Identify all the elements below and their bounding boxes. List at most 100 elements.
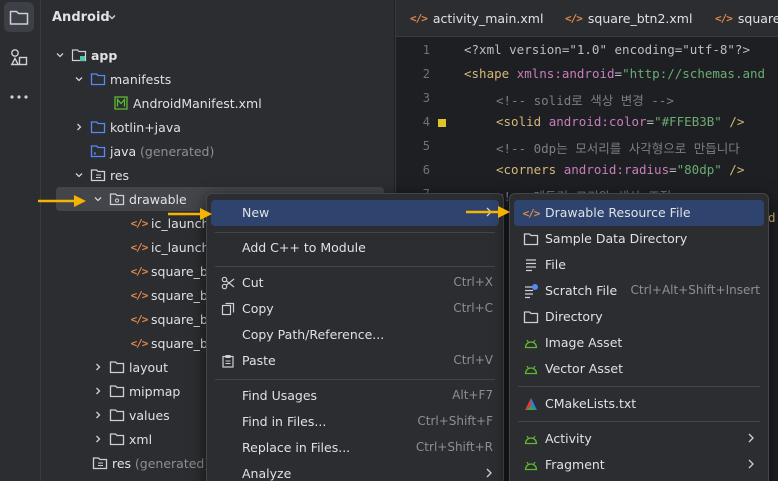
color-swatch-marker[interactable] xyxy=(438,119,446,127)
submenu-item-cmakelists[interactable]: CMakeLists.txt xyxy=(514,391,764,417)
code-token: <solid xyxy=(496,114,549,129)
code-token: android:radius xyxy=(563,162,670,177)
menu-item-shortcut: Ctrl+C xyxy=(453,301,493,315)
folder-icon xyxy=(109,191,125,207)
chevron-down-icon[interactable] xyxy=(72,67,86,91)
menu-item-find-in-files[interactable]: Find in Files... Ctrl+Shift+F xyxy=(211,409,499,435)
tree-item-res[interactable]: res xyxy=(41,163,394,187)
tree-item-suffix: (generated) xyxy=(140,143,215,159)
menu-separator xyxy=(215,379,495,380)
code-comment: <!-- 0dp는 모서리를 사각형으로 만듭니다 xyxy=(496,141,740,156)
line-number: 5 xyxy=(422,139,430,153)
menu-item-label: Scratch File xyxy=(545,283,618,298)
code-line-3[interactable]: <!-- solid로 색상 변경 --> xyxy=(496,90,674,109)
menu-item-new[interactable]: New xyxy=(211,200,499,226)
submenu-item-sample-data-directory[interactable]: Sample Data Directory xyxy=(514,226,764,252)
submenu-item-activity[interactable]: Activity xyxy=(514,426,764,452)
xml-file-icon: </> xyxy=(130,288,149,302)
menu-item-paste[interactable]: Paste Ctrl+V xyxy=(211,348,499,374)
submenu-item-vector-asset[interactable]: Vector Asset xyxy=(514,356,764,382)
submenu-item-image-asset[interactable]: Image Asset xyxy=(514,330,764,356)
menu-item-label: New xyxy=(242,205,270,220)
copy-icon xyxy=(220,301,236,317)
menu-item-label: Drawable Resource File xyxy=(545,205,691,220)
folder-icon xyxy=(523,231,539,247)
code-line-8[interactable]: d xyxy=(768,210,776,225)
menu-item-shortcut: Ctrl+Alt+Shift+Insert xyxy=(630,283,760,297)
submenu-item-fragment[interactable]: Fragment xyxy=(514,452,764,478)
code-token: = xyxy=(669,162,677,177)
menu-item-cut[interactable]: Cut Ctrl+X xyxy=(211,270,499,296)
tree-item-app[interactable]: app xyxy=(41,43,394,67)
tab-square[interactable]: </> square_ xyxy=(715,0,778,36)
file-icon xyxy=(523,257,539,273)
submenu-item-drawable-resource-file[interactable]: </> Drawable Resource File xyxy=(514,200,764,226)
annotation-arrow-icon xyxy=(168,208,212,220)
tree-item-label: mipmap xyxy=(129,383,181,399)
menu-separator xyxy=(215,266,495,267)
submenu-item-directory[interactable]: Directory xyxy=(514,304,764,330)
code-line-1[interactable]: <?xml version="1.0" encoding="utf-8"?> xyxy=(464,42,750,57)
paste-icon xyxy=(220,353,236,369)
code-line-2[interactable]: <shape xmlns:android="http://schemas.and xyxy=(464,66,765,81)
tree-item-label: res xyxy=(112,455,132,471)
menu-item-analyze[interactable]: Analyze xyxy=(211,461,499,481)
code-line-6[interactable]: <corners android:radius="80dp" /> xyxy=(496,162,744,177)
xml-file-icon: </> xyxy=(715,11,733,25)
menu-separator xyxy=(518,386,760,387)
chevron-down-icon[interactable] xyxy=(72,163,86,187)
menu-item-copy[interactable]: Copy Ctrl+C xyxy=(211,296,499,322)
line-number: 1 xyxy=(422,43,430,57)
tree-item-label: xml xyxy=(129,431,153,447)
code-token: android:color xyxy=(548,114,647,129)
menu-item-shortcut: Ctrl+Shift+R xyxy=(415,440,493,454)
xml-file-icon: </> xyxy=(130,312,149,326)
menu-item-label: CMakeLists.txt xyxy=(545,396,637,411)
project-tool-button[interactable] xyxy=(4,2,34,32)
structure-tool-button[interactable] xyxy=(4,42,34,72)
tab-square-btn2[interactable]: </> square_btn2.xml xyxy=(565,0,692,36)
tree-item-androidmanifest[interactable]: AndroidManifest.xml xyxy=(41,91,394,115)
tree-item-label: manifests xyxy=(110,71,172,87)
menu-item-find-usages[interactable]: Find Usages Alt+F7 xyxy=(211,383,499,409)
menu-item-add-cpp[interactable]: Add C++ to Module xyxy=(211,235,499,261)
annotation-arrow-icon xyxy=(466,206,510,218)
tab-activity-main[interactable]: </> activity_main.xml xyxy=(410,0,543,36)
tree-item-label: java xyxy=(110,143,137,159)
menu-separator xyxy=(215,232,495,233)
menu-item-label: Directory xyxy=(545,309,603,324)
submenu-item-scratch-file[interactable]: Scratch File Ctrl+Alt+Shift+Insert xyxy=(514,278,764,304)
tree-item-label: drawable xyxy=(129,191,187,207)
tree-item-kotlin-java[interactable]: kotlin+java xyxy=(41,115,394,139)
android-icon xyxy=(523,335,539,351)
code-line-5[interactable]: <!-- 0dp는 모서리를 사각형으로 만듭니다 xyxy=(496,138,740,157)
menu-item-label: File xyxy=(545,257,566,272)
xml-file-icon: </> xyxy=(410,11,428,25)
chevron-right-icon[interactable] xyxy=(91,355,105,379)
more-tools-button[interactable] xyxy=(4,82,34,112)
menu-item-replace-in-files[interactable]: Replace in Files... Ctrl+Shift+R xyxy=(211,435,499,461)
menu-item-label: Image Asset xyxy=(545,335,623,350)
new-submenu: </> Drawable Resource File Sample Data D… xyxy=(509,193,769,481)
code-line-4[interactable]: <solid android:color="#FFEB3B" /> xyxy=(496,114,744,129)
xml-file-icon: </> xyxy=(522,206,541,220)
chevron-down-icon[interactable] xyxy=(107,12,117,22)
chevron-right-icon[interactable] xyxy=(91,379,105,403)
chevron-right-icon xyxy=(748,433,754,443)
chevron-right-icon[interactable] xyxy=(91,427,105,451)
chevron-right-icon[interactable] xyxy=(91,403,105,427)
submenu-item-file[interactable]: File xyxy=(514,252,764,278)
tab-label: square_ xyxy=(737,10,778,26)
menu-item-copy-path[interactable]: Copy Path/Reference... xyxy=(211,322,499,348)
chevron-right-icon[interactable] xyxy=(72,115,86,139)
generated-folder-icon xyxy=(90,143,106,159)
project-view-selector[interactable]: Android xyxy=(52,10,110,25)
generated-folder-icon xyxy=(92,455,108,471)
tree-item-manifests[interactable]: manifests xyxy=(41,67,394,91)
menu-item-shortcut: Ctrl+Shift+F xyxy=(417,414,493,428)
xml-declaration: <?xml version="1.0" encoding="utf-8"?> xyxy=(464,42,750,57)
tree-item-java-generated[interactable]: java (generated) xyxy=(41,139,394,163)
xml-file-icon: </> xyxy=(565,11,583,25)
chevron-down-icon[interactable] xyxy=(53,43,67,67)
chevron-down-icon[interactable] xyxy=(91,187,105,211)
